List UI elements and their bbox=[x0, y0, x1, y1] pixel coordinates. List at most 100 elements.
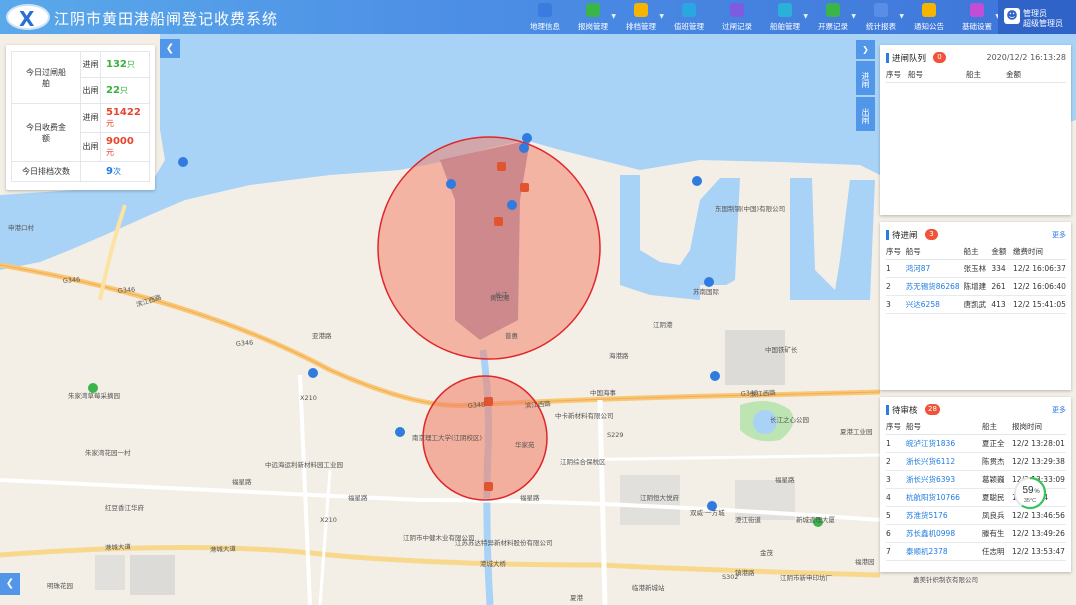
nav-item-label: 开票记录 bbox=[818, 22, 848, 31]
ship-number-link[interactable]: 苏长鑫机0998 bbox=[906, 524, 982, 543]
column-header: 金额 bbox=[1006, 67, 1066, 83]
map-label: 夏港工业园 bbox=[840, 427, 873, 436]
ship-number-link[interactable]: 杭航阳货10766 bbox=[906, 488, 982, 507]
map-label: 长江 bbox=[495, 290, 509, 299]
nav-item-4[interactable]: 过闸记录 bbox=[713, 0, 761, 34]
column-header: 序号 bbox=[886, 244, 906, 260]
nav-item-9[interactable]: 基础设置▼ bbox=[953, 0, 1001, 34]
map-label: 亚港路 bbox=[312, 331, 332, 340]
pending-in-more-link[interactable]: 更多 bbox=[1052, 230, 1066, 240]
map-label: 江阴市新申印坊厂 bbox=[780, 573, 833, 582]
table-row[interactable]: 7 泰顺机2378 任志明 12/2 13:53:47 bbox=[886, 542, 1066, 561]
map-label: 朱家湾花园一村 bbox=[85, 448, 131, 457]
nav-item-label: 过闸记录 bbox=[722, 22, 752, 31]
nav-item-label: 基础设置 bbox=[962, 22, 992, 31]
map-label: 福星路 bbox=[520, 493, 540, 502]
table-cell: 3 bbox=[886, 295, 906, 314]
pending-review-more-link[interactable]: 更多 bbox=[1052, 405, 1066, 415]
column-header: 金额 bbox=[991, 244, 1014, 260]
table-cell: 12/2 13:49:26 bbox=[1012, 524, 1066, 543]
queue-title: 进闸队列 bbox=[892, 54, 927, 64]
map-label: 双威·一方城 bbox=[690, 508, 725, 517]
map-label: 长江之心公园 bbox=[770, 415, 809, 424]
ship-number-link[interactable]: 苏无锡货86268 bbox=[905, 277, 964, 296]
column-header: 船号 bbox=[906, 419, 982, 435]
table-cell: 2 bbox=[886, 277, 906, 296]
map-label: S229 bbox=[607, 431, 624, 439]
nav-item-1[interactable]: 报岗管理 ▼ bbox=[569, 0, 617, 34]
nav-item-label: 船舶管理 bbox=[770, 22, 800, 31]
nav-item-label: 统计报表 bbox=[866, 22, 896, 31]
nav-item-8[interactable]: 通知公告 bbox=[905, 0, 953, 34]
clock: 2020/12/2 16:13:28 bbox=[986, 53, 1067, 62]
tab-out[interactable]: 出闸 bbox=[856, 97, 875, 131]
table-cell: 12/2 13:29:38 bbox=[1012, 452, 1066, 471]
stats-panel: 今日过闸船舶 进闸 132只 出闸 22只 今日收费金额 进闸 51422 元 出… bbox=[6, 45, 155, 190]
grid-icon bbox=[634, 3, 648, 17]
ship-number-link[interactable]: 皖泸江货1836 bbox=[906, 434, 982, 453]
ship-number-link[interactable]: 泰顺机2378 bbox=[906, 542, 982, 561]
map-label: G346 bbox=[740, 389, 758, 398]
expand-right-button[interactable]: ❯ bbox=[856, 40, 875, 59]
queue-badge: 0 bbox=[933, 52, 946, 63]
table-row[interactable]: 1 皖泸江货1836 夏正全 12/2 13:28:01 bbox=[886, 434, 1066, 453]
ship-number-link[interactable]: 兴达6258 bbox=[905, 295, 964, 314]
queue-table: 序号 船号 船主 金额 bbox=[886, 67, 1066, 83]
table-cell: 3 bbox=[886, 470, 906, 489]
map-label: 嘉美针织制衣有限公司 bbox=[913, 575, 978, 584]
chevron-down-icon: ▼ bbox=[659, 13, 664, 20]
collapse-bottom-left-button[interactable]: ❮ bbox=[0, 573, 20, 595]
table-row[interactable]: 2 苏无锡货86268 陈增建 261 12/2 16:06:40 bbox=[886, 277, 1066, 296]
map-label: 海港路 bbox=[609, 351, 629, 360]
table-row[interactable]: 6 苏长鑫机0998 滕有生 12/2 13:49:26 bbox=[886, 524, 1066, 543]
fee-out-value: 9000 元 bbox=[100, 132, 150, 162]
pending-in-badge: 3 bbox=[925, 229, 938, 240]
pending-review-badge: 28 bbox=[925, 404, 940, 415]
map-label: 申港口村 bbox=[8, 223, 35, 232]
table-cell: 6 bbox=[886, 524, 906, 543]
ship-number-link[interactable]: 苏淮货5176 bbox=[906, 506, 982, 525]
collapse-left-button[interactable]: ❮ bbox=[160, 39, 180, 58]
ship-number-link[interactable]: 浙长兴货6393 bbox=[906, 470, 982, 489]
passing-label: 今日过闸船舶 bbox=[11, 51, 81, 104]
fee-label: 今日收费金额 bbox=[11, 103, 81, 162]
map-label: 福星路 bbox=[348, 493, 368, 502]
nav-item-2[interactable]: 排档管理 ▼ bbox=[617, 0, 665, 34]
ship-number-link[interactable]: 浙长兴货6112 bbox=[906, 452, 982, 471]
nav-item-0[interactable]: 地理信息 bbox=[521, 0, 569, 34]
performance-gauge[interactable]: 59 % 35°C bbox=[1013, 476, 1047, 510]
pass-out-value: 22只 bbox=[100, 77, 150, 104]
out-label: 出闸 bbox=[80, 77, 101, 104]
map-label: G346 bbox=[117, 286, 135, 295]
map-label: 港城大道 bbox=[105, 542, 132, 552]
nav-item-3[interactable]: 值班管理 bbox=[665, 0, 713, 34]
map-label: 南京理工大学(江阴校区) bbox=[412, 433, 482, 442]
table-row[interactable]: 1 鸿河87 张玉林 334 12/2 16:06:37 bbox=[886, 259, 1066, 278]
column-header: 报岗时间 bbox=[1012, 419, 1066, 435]
tab-in[interactable]: 进闸 bbox=[856, 61, 875, 95]
chevron-down-icon: ▼ bbox=[851, 13, 856, 20]
queue-label: 今日排档次数 bbox=[11, 161, 81, 182]
map-label: 夏港 bbox=[570, 593, 584, 602]
nav-item-7[interactable]: 统计报表 ▼ bbox=[857, 0, 905, 34]
map-label: 红豆香江华府 bbox=[105, 503, 145, 512]
table-cell: 12/2 15:41:05 bbox=[1013, 295, 1066, 314]
table-cell: 唐凯武 bbox=[963, 295, 992, 314]
map-label: 福星路 bbox=[775, 475, 795, 484]
table-cell: 12/2 16:06:37 bbox=[1013, 259, 1066, 278]
column-header: 序号 bbox=[886, 419, 906, 435]
ship-number-link[interactable]: 鸿河87 bbox=[905, 259, 964, 278]
header-bar: X 江阴市黄田港船闸登记收费系统 地理信息 报岗管理 ▼ 排档管理 ▼ 值班管理 过闸记录船… bbox=[0, 0, 1076, 34]
table-cell: 334 bbox=[991, 259, 1014, 278]
table-cell: 5 bbox=[886, 506, 906, 525]
queue-value: 9次 bbox=[80, 161, 150, 182]
nav-item-5[interactable]: 船舶管理 ▼ bbox=[761, 0, 809, 34]
user-menu[interactable]: ☻ 管理员 超级管理员 bbox=[998, 0, 1076, 34]
page-title: 江阴市黄田港船闸登记收费系统 bbox=[54, 10, 279, 28]
table-cell: 12/2 13:53:47 bbox=[1012, 542, 1066, 561]
nav-item-6[interactable]: 开票记录 ▼ bbox=[809, 0, 857, 34]
chevron-down-icon: ▼ bbox=[611, 13, 616, 20]
table-cell: 12/2 13:28:01 bbox=[1012, 434, 1066, 453]
table-row[interactable]: 2 浙长兴货6112 陈贯杰 12/2 13:29:38 bbox=[886, 452, 1066, 471]
table-row[interactable]: 3 兴达6258 唐凯武 413 12/2 15:41:05 bbox=[886, 295, 1066, 314]
